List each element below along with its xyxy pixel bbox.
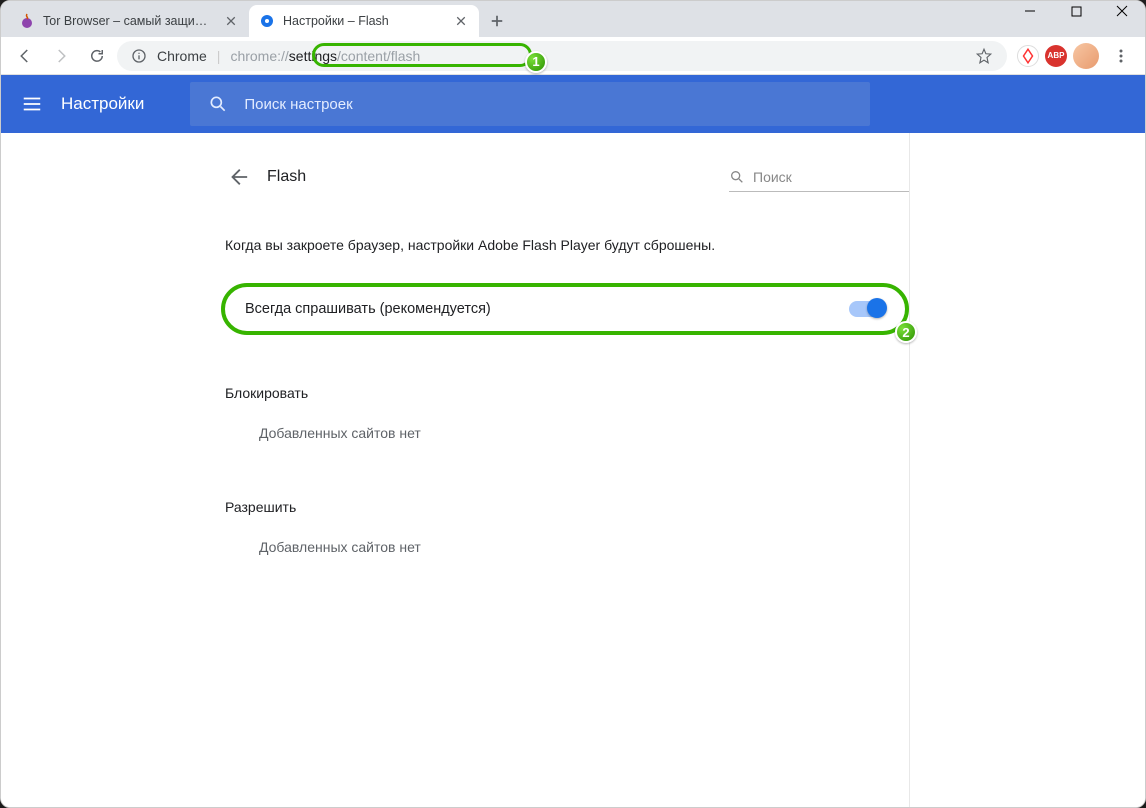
- settings-header: Настройки Поиск настроек: [1, 75, 1145, 133]
- profile-avatar[interactable]: [1073, 43, 1099, 69]
- back-button[interactable]: [9, 40, 41, 72]
- tab-strip: Tor Browser – самый защищенн Настройки –…: [1, 1, 1145, 37]
- close-window-button[interactable]: [1099, 0, 1145, 27]
- toggle-label: Всегда спрашивать (рекомендуется): [245, 301, 491, 317]
- allow-empty-text: Добавленных сайтов нет: [259, 539, 905, 555]
- block-empty-text: Добавленных сайтов нет: [259, 425, 905, 441]
- reload-button[interactable]: [81, 40, 113, 72]
- page-title: Flash: [267, 168, 306, 186]
- url-text: chrome://settings/content/flash: [230, 48, 420, 64]
- always-ask-toggle-row[interactable]: Всегда спрашивать (рекомендуется) 2: [221, 283, 909, 335]
- close-icon[interactable]: [453, 13, 469, 29]
- url-origin-label: Chrome: [157, 48, 207, 64]
- allow-section-heading: Разрешить: [225, 499, 905, 515]
- page-search-placeholder: Поиск: [753, 169, 792, 185]
- flash-reset-notice: Когда вы закроете браузер, настройки Ado…: [225, 237, 905, 253]
- address-bar[interactable]: Chrome | chrome://settings/content/flash…: [117, 41, 1007, 71]
- tab-title: Настройки – Flash: [283, 14, 445, 28]
- search-icon: [729, 169, 745, 185]
- window-controls: [1007, 0, 1145, 27]
- minimize-button[interactable]: [1007, 0, 1053, 27]
- chrome-menu-button[interactable]: [1105, 40, 1137, 72]
- settings-content: Flash Поиск Когда вы закроете браузер, н…: [1, 133, 1145, 807]
- back-arrow-button[interactable]: [227, 166, 249, 188]
- page-search[interactable]: Поиск: [729, 162, 909, 192]
- settings-search-placeholder: Поиск настроек: [244, 96, 352, 113]
- close-icon[interactable]: [223, 13, 239, 29]
- annotation-badge-2: 2: [895, 321, 917, 343]
- forward-button[interactable]: [45, 40, 77, 72]
- adblock-extension-icon[interactable]: ABP: [1045, 45, 1067, 67]
- maximize-button[interactable]: [1053, 0, 1099, 27]
- toolbar: Chrome | chrome://settings/content/flash…: [1, 37, 1145, 75]
- bookmark-star-icon[interactable]: [975, 47, 993, 65]
- gear-icon: [259, 13, 275, 29]
- tab-settings-flash[interactable]: Настройки – Flash: [249, 5, 479, 37]
- settings-search[interactable]: Поиск настроек: [190, 82, 870, 126]
- menu-icon[interactable]: [21, 93, 43, 115]
- settings-title: Настройки: [61, 94, 144, 114]
- tab-tor-browser[interactable]: Tor Browser – самый защищенн: [9, 5, 249, 37]
- new-tab-button[interactable]: [483, 7, 511, 35]
- tab-title: Tor Browser – самый защищенн: [43, 14, 215, 28]
- info-icon: [131, 48, 147, 64]
- yandex-extension-icon[interactable]: [1017, 45, 1039, 67]
- page-header: Flash Поиск: [221, 157, 909, 197]
- toggle-switch-on[interactable]: [849, 301, 885, 317]
- onion-icon: [19, 13, 35, 29]
- search-icon: [208, 94, 228, 114]
- annotation-badge-1: 1: [525, 51, 547, 73]
- browser-window: Tor Browser – самый защищенн Настройки –…: [0, 0, 1146, 808]
- block-section-heading: Блокировать: [225, 385, 905, 401]
